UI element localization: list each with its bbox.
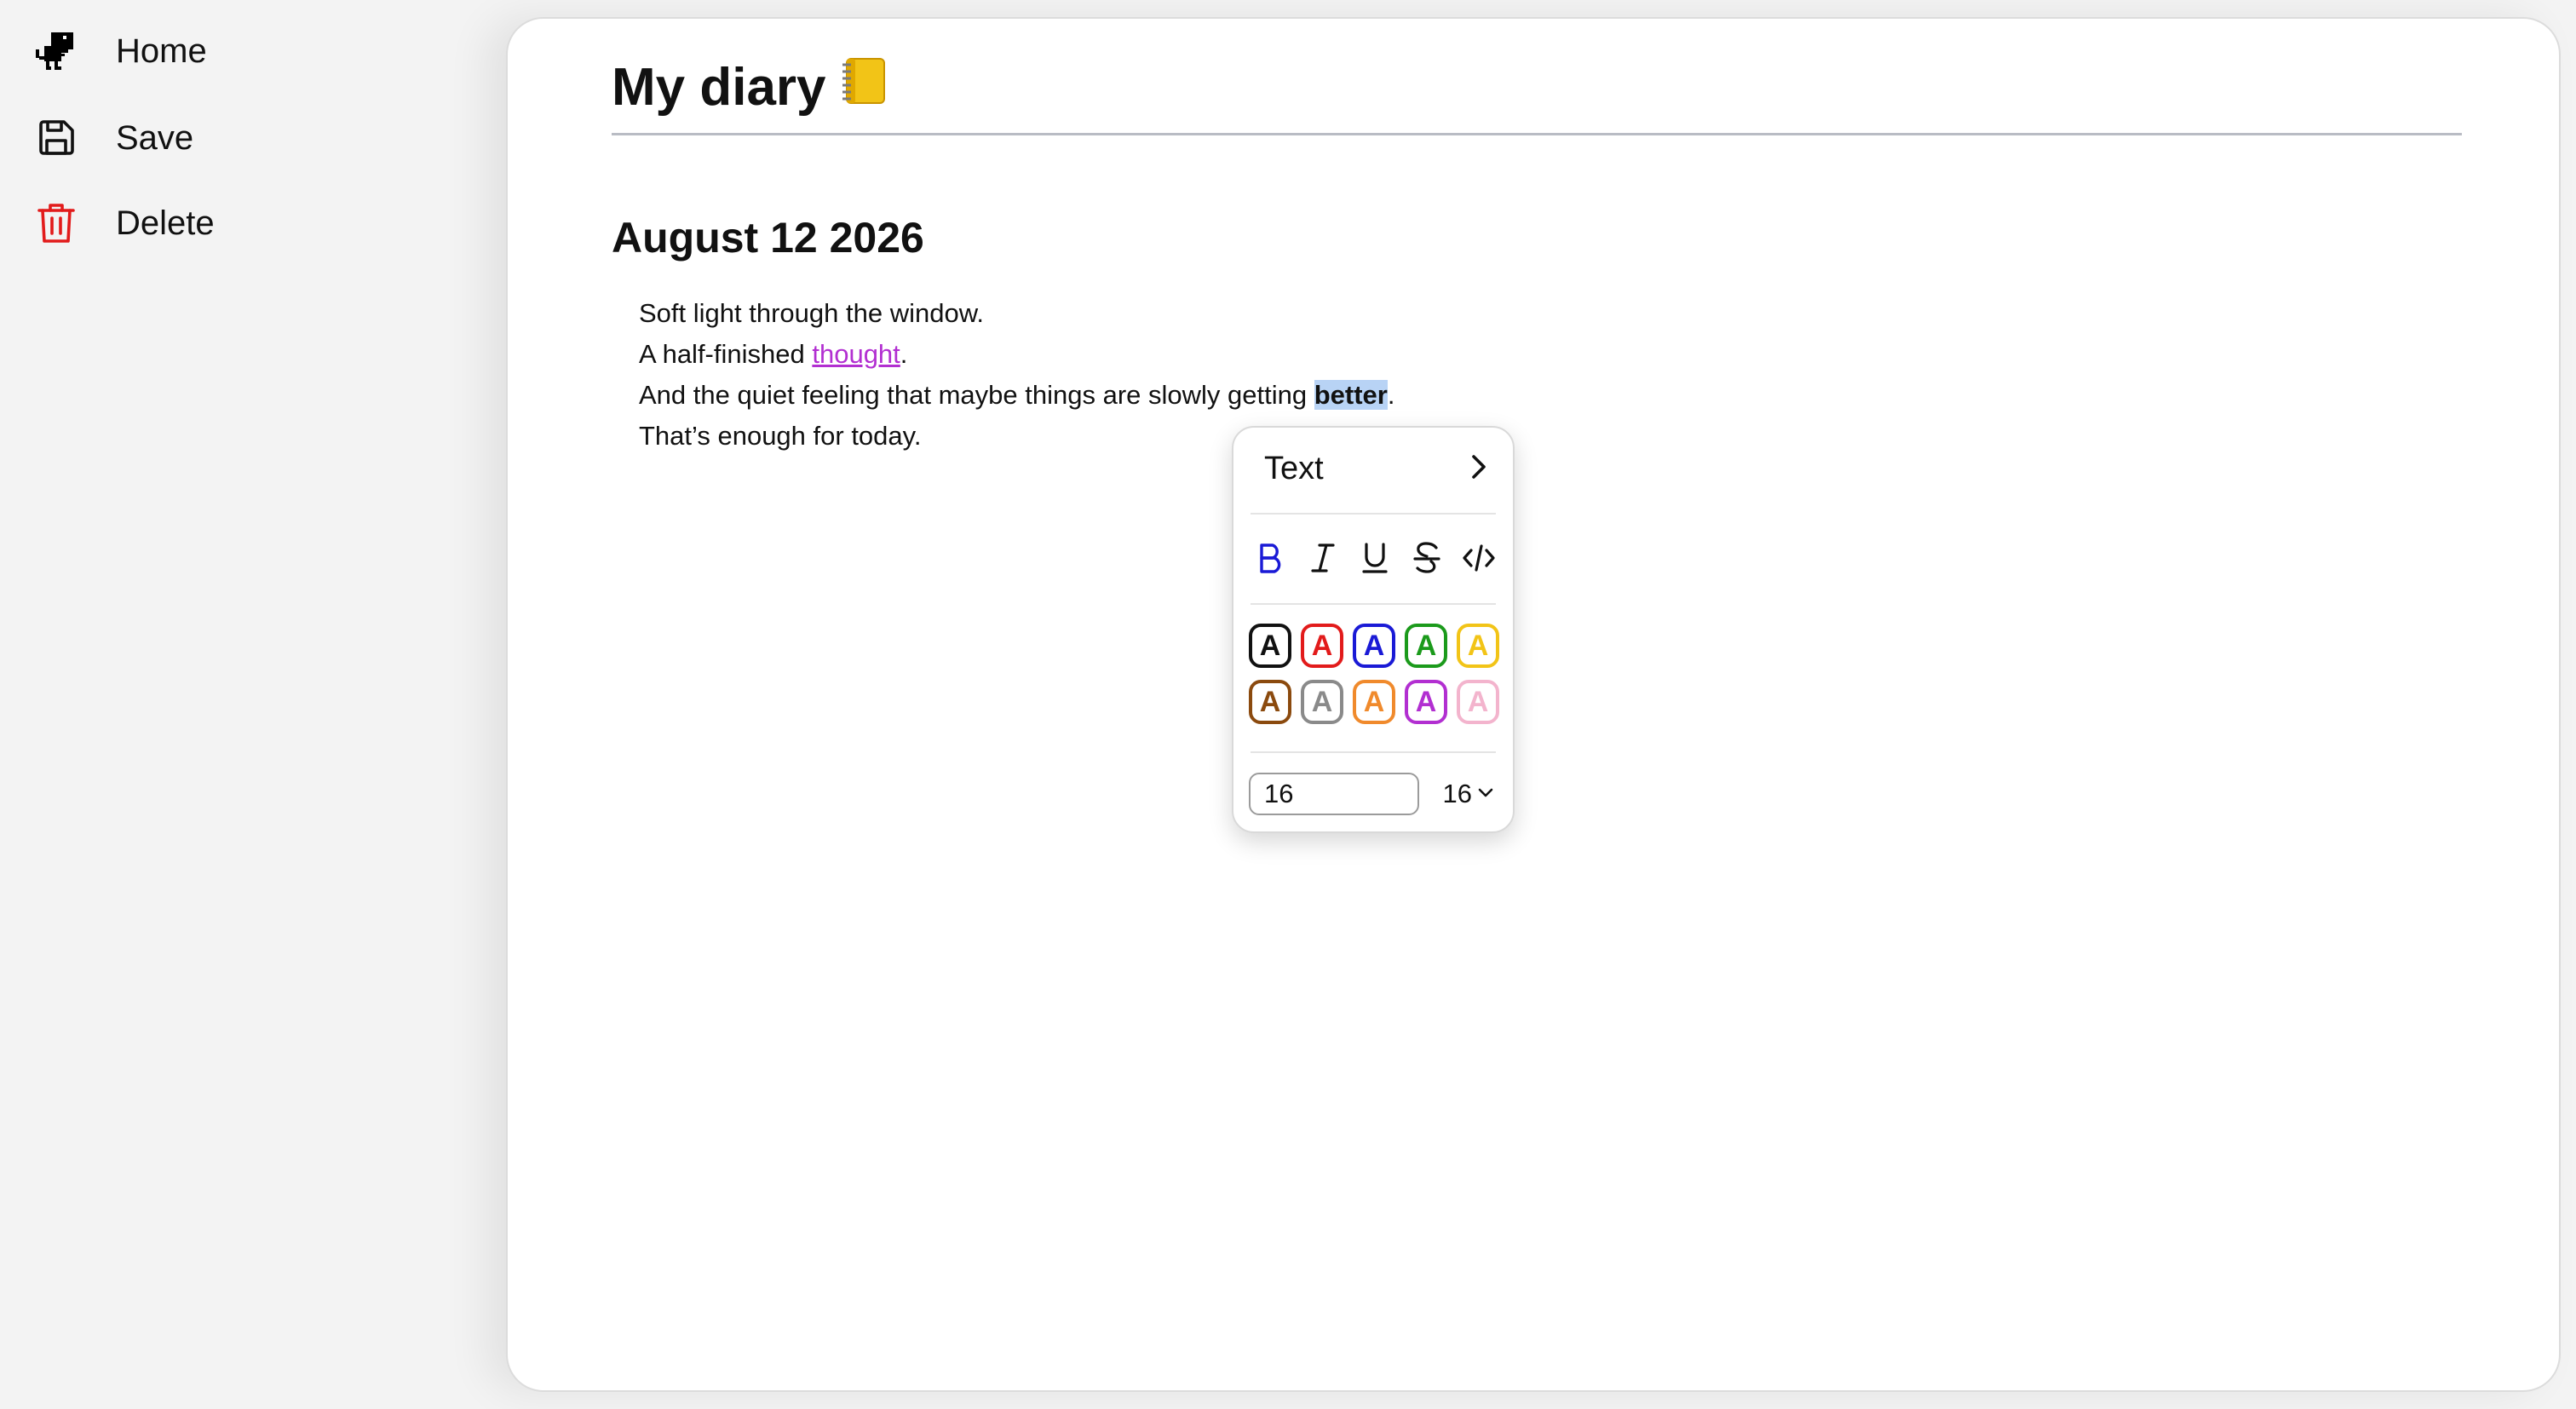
font-size-select[interactable]: 16 (1443, 779, 1501, 809)
italic-icon (1308, 541, 1337, 579)
popup-title: Text (1264, 450, 1324, 486)
title-divider (612, 133, 2462, 135)
text-color-swatch[interactable]: A (1353, 680, 1395, 724)
floppy-disk-icon (34, 116, 78, 160)
text-color-grid: AAAAAAAAAA (1249, 624, 1506, 724)
sidebar-item-delete[interactable]: Delete (34, 189, 215, 257)
entry-line-text: Soft light through the window. (639, 298, 984, 328)
page-title[interactable]: My diary (612, 56, 888, 118)
sidebar: Home Save Delete (0, 0, 503, 1409)
text-color-swatch[interactable]: A (1405, 680, 1447, 724)
page-title-text: My diary (612, 58, 826, 117)
underline-button[interactable] (1353, 536, 1397, 584)
text-color-swatch[interactable]: A (1457, 624, 1499, 668)
entry-line-text: . (900, 339, 908, 369)
sidebar-item-home[interactable]: Home (34, 17, 207, 85)
divider (1251, 513, 1496, 515)
entry-date-heading[interactable]: August 12 2026 (612, 213, 924, 262)
chevron-down-icon (1477, 786, 1494, 802)
code-icon (1462, 541, 1496, 579)
text-color-swatch[interactable]: A (1301, 680, 1343, 724)
italic-button[interactable] (1301, 536, 1345, 584)
entry-line: And the quiet feeling that maybe things … (639, 375, 1394, 416)
strikethrough-button[interactable] (1405, 536, 1449, 584)
text-color-swatch[interactable]: A (1353, 624, 1395, 668)
thought-link[interactable]: thought (812, 339, 900, 369)
text-color-swatch[interactable]: A (1457, 680, 1499, 724)
sidebar-item-label: Delete (116, 204, 215, 242)
chevron-right-icon (1465, 451, 1491, 486)
divider (1251, 751, 1496, 753)
underline-icon (1360, 541, 1389, 579)
text-color-swatch[interactable]: A (1405, 624, 1447, 668)
font-size-row: 16 (1249, 772, 1501, 816)
sidebar-item-label: Home (116, 32, 207, 70)
bold-button[interactable] (1249, 536, 1293, 584)
entry-line: A half-finished thought. (639, 334, 1394, 375)
trash-icon (34, 201, 78, 245)
text-format-popup: Text A A A A A A A A A A 16 16 (1232, 426, 1515, 833)
text-color-swatch[interactable]: A (1249, 680, 1291, 724)
sidebar-item-label: Save (116, 118, 194, 157)
font-size-select-value: 16 (1442, 779, 1472, 808)
font-size-input[interactable] (1249, 773, 1419, 815)
sidebar-item-save[interactable]: Save (34, 104, 193, 172)
entry-line-text: . (1387, 380, 1395, 410)
bold-icon (1256, 541, 1285, 579)
notebook-icon (840, 56, 888, 118)
strikethrough-icon (1412, 541, 1441, 579)
text-style-menu[interactable]: Text (1233, 428, 1513, 509)
entry-line-text: A half-finished (639, 339, 813, 369)
text-color-swatch[interactable]: A (1301, 624, 1343, 668)
divider (1251, 603, 1496, 605)
dino-logo-icon (34, 29, 78, 73)
selected-text[interactable]: better (1314, 380, 1388, 410)
text-color-swatch[interactable]: A (1249, 624, 1291, 668)
entry-line-text: And the quiet feeling that maybe things … (639, 380, 1314, 410)
entry-line-text: That’s enough for today. (639, 421, 922, 451)
editor-card: My diary August 12 2026 Soft light throu… (506, 17, 2561, 1392)
code-button[interactable] (1457, 536, 1501, 584)
format-toolbar (1249, 530, 1501, 589)
entry-line: Soft light through the window. (639, 293, 1394, 334)
